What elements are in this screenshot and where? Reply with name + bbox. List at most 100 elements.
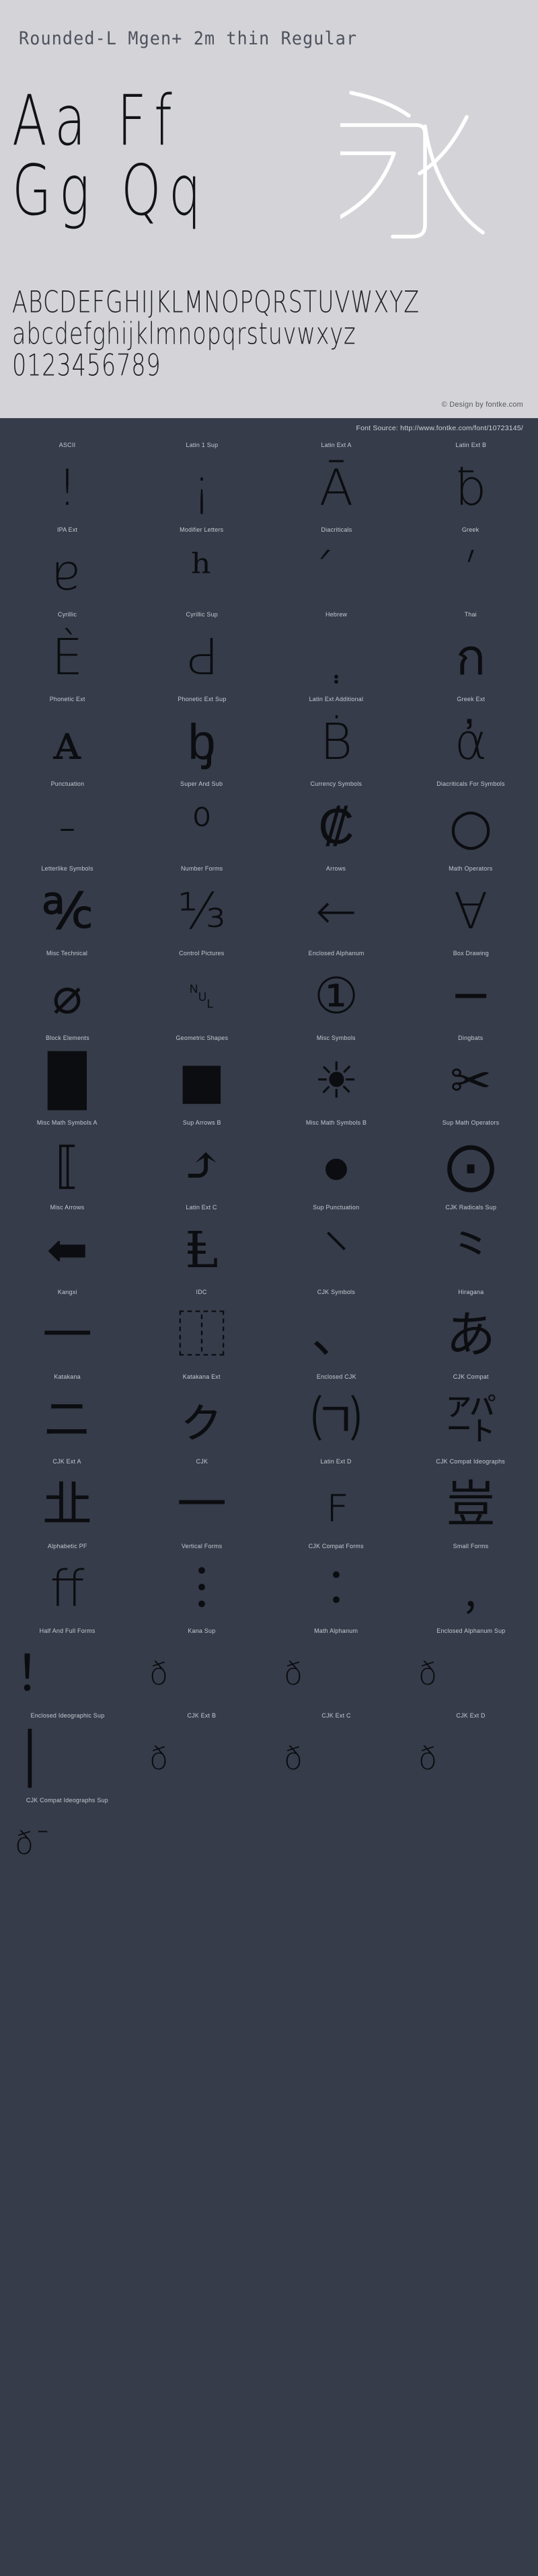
unicode-block-cell[interactable]: Math Operators ∀	[404, 862, 538, 947]
unicode-block-cell[interactable]: Phonetic Ext ᴀ	[0, 692, 134, 777]
unicode-block-row: Phonetic Ext ᴀ Phonetic Ext Sup ᶀ Latin Ext …	[0, 692, 538, 777]
unicode-block-cell[interactable]: Super And Sub ⁰	[134, 777, 269, 862]
unicode-block-glyph: ⿰	[177, 1306, 227, 1364]
page-title: Rounded-L Mgen+ 2m thin Regular	[19, 28, 358, 49]
unicode-block-cell[interactable]: Greek Ext ἀ	[404, 692, 538, 777]
unicode-block-glyph: ㇰ	[177, 1391, 227, 1449]
unicode-block-cell[interactable]: Vertical Forms ︙	[134, 1539, 269, 1624]
unicode-block-label: Control Pictures	[179, 950, 225, 957]
unicode-block-label: Hebrew	[325, 611, 348, 618]
unicode-block-cell[interactable]: Latin Ext A Ā	[269, 438, 404, 523]
unicode-block-glyph: ✂	[449, 1052, 492, 1110]
unicode-block-label: Katakana Ext	[183, 1373, 221, 1381]
unicode-block-cell[interactable]: CJK 一	[134, 1455, 269, 1539]
unicode-block-cell[interactable]: IDC ⿰	[134, 1285, 269, 1370]
unicode-block-cell[interactable]: Latin Ext Additional Ḃ	[269, 692, 404, 777]
unicode-block-cell[interactable]: Math Alphanum ð	[269, 1624, 404, 1709]
unicode-block-cell[interactable]: Misc Math Symbols B ⦁	[269, 1116, 404, 1201]
unicode-block-label: Misc Symbols	[317, 1035, 356, 1042]
unicode-block-row: Enclosed Ideographic Sup │ CJK Ext Bð CJ…	[0, 1709, 538, 1794]
unicode-block-label: Diacriticals	[320, 526, 352, 534]
unicode-block-cell[interactable]: Misc Math Symbols A ⟦	[0, 1116, 134, 1201]
unicode-block-cell[interactable]: Diacriticalś	[269, 523, 404, 608]
unicode-block-label: CJK Compat Forms	[308, 1543, 364, 1550]
unicode-block-cell[interactable]: Misc Technical ⌀	[0, 947, 134, 1031]
unicode-block-cell[interactable]: CJK Compat ㌀	[404, 1370, 538, 1455]
unicode-block-cell[interactable]: Enclosed Alphanum ①	[269, 947, 404, 1031]
unicode-block-row: Kangxi ⼀ IDC ⿰ CJK Symbols 、 Hiragana あ	[0, 1285, 538, 1370]
unicode-block-cell[interactable]: Geometric Shapes ■	[134, 1031, 269, 1116]
unicode-block-glyph: ꜰ	[323, 1476, 349, 1533]
unicode-block-label: Cyrillic	[57, 611, 77, 618]
unicode-block-cell[interactable]: Hebrewְ	[269, 608, 404, 692]
unicode-block-cell[interactable]: Misc Arrows ⬅	[0, 1201, 134, 1285]
unicode-block-glyph: ○	[449, 798, 493, 856]
unicode-block-cell[interactable]: Cyrillic Ѐ	[0, 608, 134, 692]
unicode-block-cell[interactable]: Sup Arrows B ⤴	[134, 1116, 269, 1201]
unicode-block-label: Alphabetic PF	[47, 1543, 87, 1550]
unicode-block-cell[interactable]: Greek ʹ	[404, 523, 538, 608]
unicode-block-cell[interactable]: Latin Ext C Ⱡ	[134, 1201, 269, 1285]
unicode-block-cell[interactable]: Half And Full Forms ！	[0, 1624, 134, 1709]
unicode-block-cell[interactable]: Arrows ←	[269, 862, 404, 947]
unicode-block-cell[interactable]: Katakana ニ	[0, 1370, 134, 1455]
unicode-block-label: Misc Math Symbols B	[305, 1119, 367, 1127]
unicode-block-cell[interactable]: CJK Compat Ideographs Sup ð¯	[0, 1794, 134, 1878]
unicode-block-cell[interactable]: Cyrillic Sup Ԁ	[134, 608, 269, 692]
unicode-block-label: Half And Full Forms	[39, 1627, 95, 1635]
unicode-block-cell[interactable]: Number Forms ⅓	[134, 862, 269, 947]
unicode-block-cell[interactable]: Modifier Letters ʰ	[134, 523, 269, 608]
unicode-block-glyph: あ	[446, 1306, 496, 1364]
unicode-block-cell[interactable]	[134, 1794, 269, 1878]
unicode-block-cell[interactable]: IPA Ext ɐ	[0, 523, 134, 608]
unicode-block-cell[interactable]: Diacriticals For Symbols ○	[404, 777, 538, 862]
unicode-block-cell[interactable]: Thai ก	[404, 608, 538, 692]
unicode-block-label: Katakana	[54, 1373, 81, 1381]
unicode-block-cell[interactable]: Latin Ext D ꜰ	[269, 1455, 404, 1539]
unicode-block-cell[interactable]: CJK Ext B ð	[134, 1709, 269, 1794]
unicode-block-cell[interactable]: Currency Symbols ₡	[269, 777, 404, 862]
unicode-block-cell[interactable]: Enclosed CJK ㈀	[269, 1370, 404, 1455]
unicode-block-cell[interactable]: CJK Symbols 、	[269, 1285, 404, 1370]
unicode-block-cell[interactable]: ASCII!	[0, 438, 134, 523]
sample-letters-row-1: Aa Ff	[12, 80, 180, 161]
unicode-block-label: Thai	[464, 611, 477, 618]
unicode-block-cell[interactable]: Sup Punctuation ⸌	[269, 1201, 404, 1285]
unicode-block-cell[interactable]: CJK Compat Forms ︰	[269, 1539, 404, 1624]
sample-letters-row-2: Gg Qq	[12, 150, 209, 231]
unicode-block-cell[interactable]: Sup Math Operators ⨀	[404, 1116, 538, 1201]
unicode-block-glyph: ﬀ	[50, 1560, 85, 1618]
unicode-block-cell[interactable]: CJK Ext A 㐀	[0, 1455, 134, 1539]
unicode-block-cell[interactable]: Enclosed Ideographic Sup │	[0, 1709, 134, 1794]
unicode-block-cell[interactable]: Phonetic Ext Sup ᶀ	[134, 692, 269, 777]
unicode-block-cell[interactable]: Control Pictures ␀	[134, 947, 269, 1031]
unicode-block-glyph: ⟦	[54, 1137, 80, 1195]
unicode-block-cell[interactable]: Katakana Ext ㇰ	[134, 1370, 269, 1455]
unicode-block-cell[interactable]: Kana Sup ð	[134, 1624, 269, 1709]
unicode-block-glyph: ㈀	[311, 1391, 361, 1449]
unicode-block-cell[interactable]: Dingbats ✂	[404, 1031, 538, 1116]
unicode-block-cell[interactable]: Letterlike Symbols ℀	[0, 862, 134, 947]
unicode-block-cell[interactable]: Kangxi ⼀	[0, 1285, 134, 1370]
font-source-link[interactable]: Font Source: http://www.fontke.com/font/…	[356, 418, 523, 438]
unicode-block-cell[interactable]: CJK Ext D ð	[404, 1709, 538, 1794]
unicode-block-cell[interactable]: Small Forms ﹐	[404, 1539, 538, 1624]
unicode-block-cell[interactable]: CJK Compat Ideographs 豈	[404, 1455, 538, 1539]
unicode-block-cell[interactable]: Alphabetic PF ﬀ	[0, 1539, 134, 1624]
unicode-block-label: Latin Ext D	[320, 1458, 352, 1465]
unicode-block-label: CJK	[196, 1458, 208, 1465]
unicode-block-cell[interactable]: Block Elements █	[0, 1031, 134, 1116]
unicode-block-cell[interactable]: Misc Symbols ☀	[269, 1031, 404, 1116]
unicode-block-cell[interactable]: Latin 1 Sup ¡	[134, 438, 269, 523]
unicode-block-label: Enclosed Alphanum Sup	[436, 1627, 506, 1635]
kanji-ei-icon	[340, 91, 485, 239]
unicode-block-cell[interactable]: Punctuation ‐	[0, 777, 134, 862]
unicode-block-cell[interactable]: Hiragana あ	[404, 1285, 538, 1370]
unicode-block-cell[interactable]: CJK Ext C ð	[269, 1709, 404, 1794]
unicode-block-cell[interactable]: Box Drawing ─	[404, 947, 538, 1031]
unicode-block-cell[interactable]: Latin Ext B ƀ	[404, 438, 538, 523]
unicode-block-glyph: ⅓	[178, 883, 226, 940]
unicode-block-cell[interactable]: CJK Radicals Sup ⺀	[404, 1201, 538, 1285]
unicode-block-cell[interactable]: Enclosed Alphanum Sup ð	[404, 1624, 538, 1709]
unicode-block-label: Box Drawing	[453, 950, 489, 957]
